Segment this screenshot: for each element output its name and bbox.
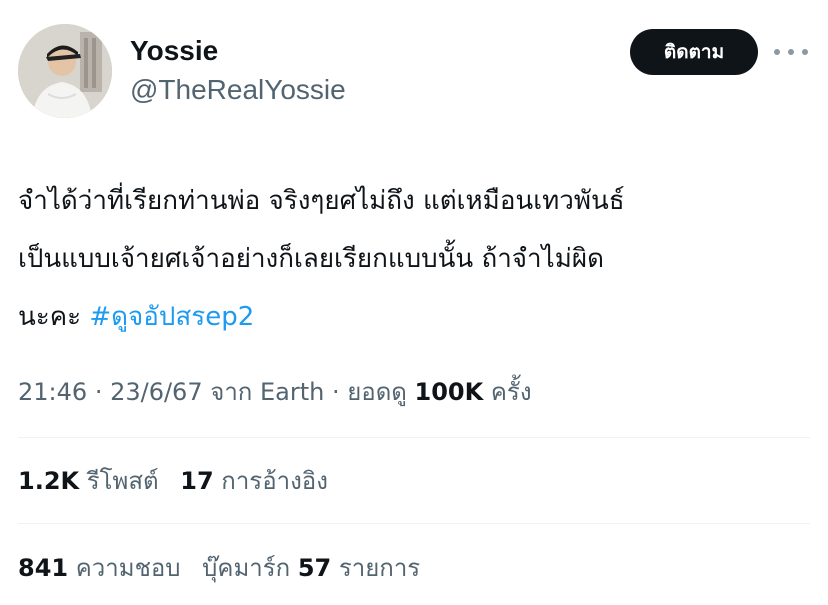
hashtag-link[interactable]: #ดูจอัปสรep2 — [89, 302, 254, 332]
stats-row-reposts: 1.2K รีโพสต์ 17 การอ้างอิง — [18, 461, 810, 501]
tweet-line-prefix: นะคะ — [18, 302, 90, 332]
user-avatar[interactable] — [18, 24, 112, 118]
divider — [18, 437, 810, 438]
tweet-line: เป็นแบบเจ้ายศเจ้าอย่างก็เลยเรียกแบบนั้น … — [18, 244, 604, 274]
profile-photo — [18, 24, 112, 118]
views-prefix: ยอดดู — [347, 378, 407, 406]
dot-icon — [774, 49, 780, 55]
tweet-meta: 21:46 · 23/6/67 จาก Earth · ยอดดู 100K ค… — [18, 372, 810, 412]
reposts-stat[interactable]: 1.2K รีโพสต์ — [18, 467, 159, 495]
tweet-time[interactable]: 21:46 — [18, 378, 87, 406]
quotes-stat[interactable]: 17 การอ้างอิง — [180, 467, 328, 495]
bookmarks-suffix: รายการ — [338, 554, 421, 582]
separator: · — [94, 378, 111, 406]
quotes-count: 17 — [180, 467, 214, 495]
separator: · — [331, 378, 348, 406]
likes-count: 841 — [18, 554, 69, 582]
tweet-header: Yossie @TheRealYossie ติดตาม — [18, 24, 810, 120]
tweet-text: จำได้ว่าที่เรียกท่านพ่อ จริงๆยศไม่ถึง แต… — [18, 172, 810, 346]
quotes-label: การอ้างอิง — [221, 467, 328, 495]
more-horizontal-icon[interactable] — [774, 40, 808, 64]
reposts-label: รีโพสต์ — [86, 467, 159, 495]
tweet-line: นะคะ #ดูจอัปสรep2 — [18, 288, 810, 346]
views-suffix: ครั้ง — [490, 378, 532, 406]
tweet-date[interactable]: 23/6/67 — [110, 378, 203, 406]
dot-icon — [802, 49, 808, 55]
dot-icon — [788, 49, 794, 55]
likes-stat[interactable]: 841 ความชอบ — [18, 554, 181, 582]
source-prefix: จาก — [210, 378, 253, 406]
user-names: Yossie @TheRealYossie — [130, 34, 346, 108]
tweet-line: จำได้ว่าที่เรียกท่านพ่อ จริงๆยศไม่ถึง แต… — [18, 186, 625, 216]
bookmarks-stat[interactable]: บุ๊คมาร์ก 57 รายการ — [202, 554, 420, 582]
reposts-count: 1.2K — [18, 467, 80, 495]
stats-row-likes: 841 ความชอบ บุ๊คมาร์ก 57 รายการ — [18, 548, 810, 588]
user-handle[interactable]: @TheRealYossie — [130, 72, 346, 108]
bookmarks-label: บุ๊คมาร์ก — [202, 554, 291, 582]
divider — [18, 523, 810, 524]
display-name[interactable]: Yossie — [130, 34, 346, 68]
likes-label: ความชอบ — [75, 554, 181, 582]
tweet-source[interactable]: Earth — [260, 378, 324, 406]
follow-button[interactable]: ติดตาม — [630, 29, 758, 75]
bookmarks-count: 57 — [297, 554, 332, 582]
views-count: 100K — [414, 378, 484, 406]
